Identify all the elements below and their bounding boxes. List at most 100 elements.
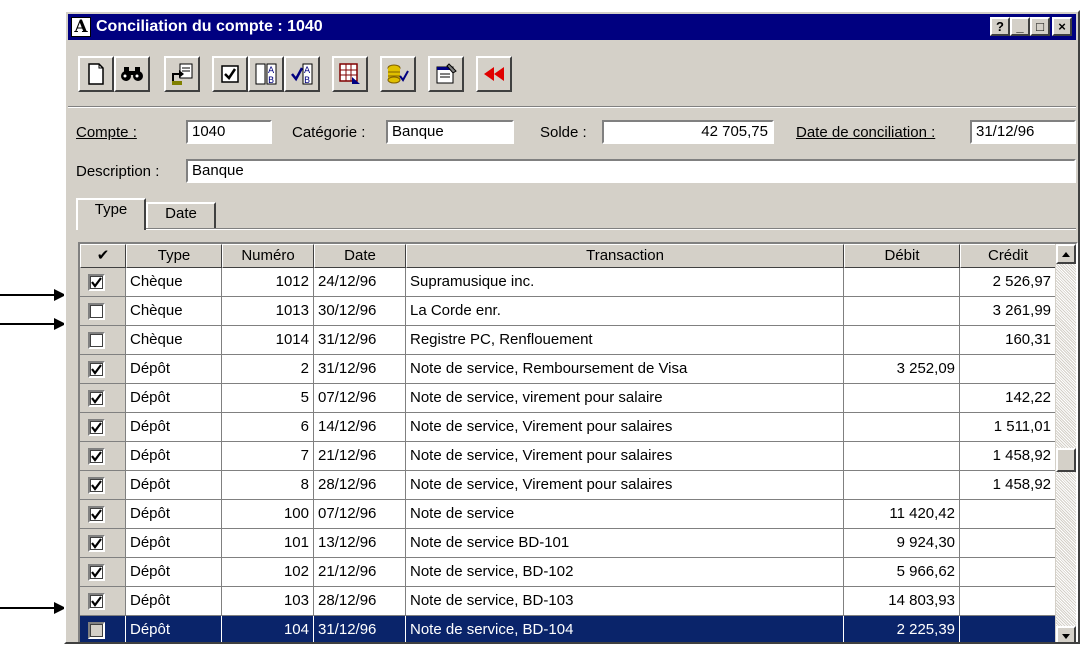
checkmark-icon — [91, 538, 102, 549]
categorie-field[interactable]: Banque — [386, 120, 514, 144]
tab-type[interactable]: Type — [76, 198, 146, 230]
tab-date[interactable]: Date — [146, 202, 216, 228]
table-row[interactable]: Dépôt 6 14/12/96 Note de service, Virement … — [80, 413, 1055, 442]
cell-debit — [844, 326, 960, 355]
checkmark-icon — [91, 277, 102, 288]
column-header-check[interactable]: ✔ — [80, 244, 126, 268]
new-button[interactable] — [78, 56, 114, 92]
reconciled-checkbox[interactable] — [88, 506, 105, 523]
calculator-grid-icon — [339, 63, 360, 84]
rewind-button[interactable] — [476, 56, 512, 92]
cell-numero: 6 — [222, 413, 314, 442]
column-header-date[interactable]: Date — [314, 244, 406, 268]
cell-type: Dépôt — [126, 413, 222, 442]
cell-transaction: Registre PC, Renflouement — [406, 326, 844, 355]
annotation-arrow — [0, 318, 66, 330]
compte-field[interactable]: 1040 — [186, 120, 272, 144]
scroll-up-button[interactable] — [1056, 244, 1076, 264]
binoculars-icon — [121, 67, 143, 81]
checkmark-icon — [91, 364, 102, 375]
properties-button[interactable] — [428, 56, 464, 92]
help-button[interactable]: ? — [990, 17, 1010, 36]
search-button[interactable] — [114, 56, 150, 92]
cell-credit: 142,22 — [960, 384, 1055, 413]
cell-check — [80, 413, 126, 442]
date-conciliation-field[interactable]: 31/12/96 — [970, 120, 1076, 144]
cell-date: 31/12/96 — [314, 355, 406, 384]
sort-ab-icon: AB — [255, 63, 277, 86]
title-bar[interactable]: A Conciliation du compte : 1040 ? _ □ × — [68, 14, 1076, 40]
description-field[interactable]: Banque — [186, 159, 1076, 183]
table-row[interactable]: Chèque 1012 24/12/96 Supramusique inc. 2 526… — [80, 268, 1055, 297]
cell-debit: 3 252,09 — [844, 355, 960, 384]
cell-credit: 1 458,92 — [960, 442, 1055, 471]
table-row[interactable]: Dépôt 7 21/12/96 Note de service, Virement … — [80, 442, 1055, 471]
column-header-type[interactable]: Type — [126, 244, 222, 268]
scroll-down-button[interactable] — [1056, 626, 1076, 642]
close-button[interactable]: × — [1052, 17, 1072, 36]
cell-transaction: Supramusique inc. — [406, 268, 844, 297]
vertical-scrollbar[interactable] — [1056, 244, 1076, 642]
table-row[interactable]: Dépôt 103 28/12/96 Note de service, BD-103 1… — [80, 587, 1055, 616]
reconciled-checkbox[interactable] — [88, 419, 105, 436]
app-logo-icon[interactable]: A — [71, 17, 91, 37]
cell-debit — [844, 384, 960, 413]
calculate-button[interactable] — [332, 56, 368, 92]
reconciled-checkbox[interactable] — [88, 448, 105, 465]
reconcile-button[interactable] — [380, 56, 416, 92]
column-header-transaction[interactable]: Transaction — [406, 244, 844, 268]
table-row[interactable]: Dépôt 5 07/12/96 Note de service, virement … — [80, 384, 1055, 413]
column-header-debit[interactable]: Débit — [844, 244, 960, 268]
cell-credit: 160,31 — [960, 326, 1055, 355]
reconciled-checkbox[interactable] — [88, 332, 105, 349]
sort-button[interactable]: AB — [248, 56, 284, 92]
reconciled-checkbox[interactable] — [88, 303, 105, 320]
column-header-numero[interactable]: Numéro — [222, 244, 314, 268]
table-row[interactable]: Dépôt 100 07/12/96 Note de service 11 420,42 — [80, 500, 1055, 529]
reconciled-checkbox[interactable] — [88, 361, 105, 378]
svg-text:B: B — [268, 76, 274, 86]
reconciled-checkbox[interactable] — [88, 593, 105, 610]
maximize-button[interactable]: □ — [1030, 17, 1050, 36]
column-header-credit[interactable]: Crédit — [960, 244, 1055, 268]
table-row[interactable]: Chèque 1014 31/12/96 Registre PC, Renflouem… — [80, 326, 1055, 355]
solde-field[interactable]: 42 705,75 — [602, 120, 774, 144]
cell-transaction: Note de service, BD-103 — [406, 587, 844, 616]
reconciled-checkbox[interactable] — [88, 535, 105, 552]
cell-type: Dépôt — [126, 442, 222, 471]
transfer-button[interactable] — [164, 56, 200, 92]
table-row[interactable]: Dépôt 104 31/12/96 Note de service, BD-104 2… — [80, 616, 1055, 642]
scroll-thumb[interactable] — [1056, 448, 1076, 472]
reconciled-checkbox[interactable] — [88, 564, 105, 581]
cell-numero: 103 — [222, 587, 314, 616]
cell-type: Dépôt — [126, 471, 222, 500]
check-all-button[interactable] — [212, 56, 248, 92]
cell-numero: 100 — [222, 500, 314, 529]
table-row[interactable]: Chèque 1013 30/12/96 La Corde enr. 3 261,99 — [80, 297, 1055, 326]
checkmark-icon — [91, 393, 102, 404]
check-sort-button[interactable]: AB — [284, 56, 320, 92]
cell-credit — [960, 500, 1055, 529]
description-label: Description : — [76, 163, 160, 180]
reconciled-checkbox[interactable] — [88, 274, 105, 291]
reconciled-checkbox[interactable] — [88, 477, 105, 494]
cell-transaction: Note de service, BD-102 — [406, 558, 844, 587]
table-row[interactable]: Dépôt 102 21/12/96 Note de service, BD-102 5… — [80, 558, 1055, 587]
transactions-grid: ✔ Type Numéro Date Transaction Débit Cré… — [78, 242, 1078, 642]
reconciled-checkbox[interactable] — [88, 390, 105, 407]
conciliation-window: A Conciliation du compte : 1040 ? _ □ × … — [64, 10, 1080, 644]
checkmark-icon — [91, 509, 102, 520]
minimize-button[interactable]: _ — [1010, 17, 1030, 36]
table-row[interactable]: Dépôt 2 31/12/96 Note de service, Rembourse… — [80, 355, 1055, 384]
table-row[interactable]: Dépôt 101 13/12/96 Note de service BD-101 9 … — [80, 529, 1055, 558]
annotation-arrow — [0, 602, 66, 614]
cell-credit — [960, 587, 1055, 616]
window-title: Conciliation du compte : 1040 — [96, 18, 323, 35]
cell-numero: 102 — [222, 558, 314, 587]
table-row[interactable]: Dépôt 8 28/12/96 Note de service, Virement … — [80, 471, 1055, 500]
cell-numero: 101 — [222, 529, 314, 558]
reconciled-checkbox[interactable] — [88, 622, 105, 639]
svg-text:A: A — [304, 66, 311, 76]
cell-type: Dépôt — [126, 587, 222, 616]
svg-text:A: A — [268, 66, 275, 76]
